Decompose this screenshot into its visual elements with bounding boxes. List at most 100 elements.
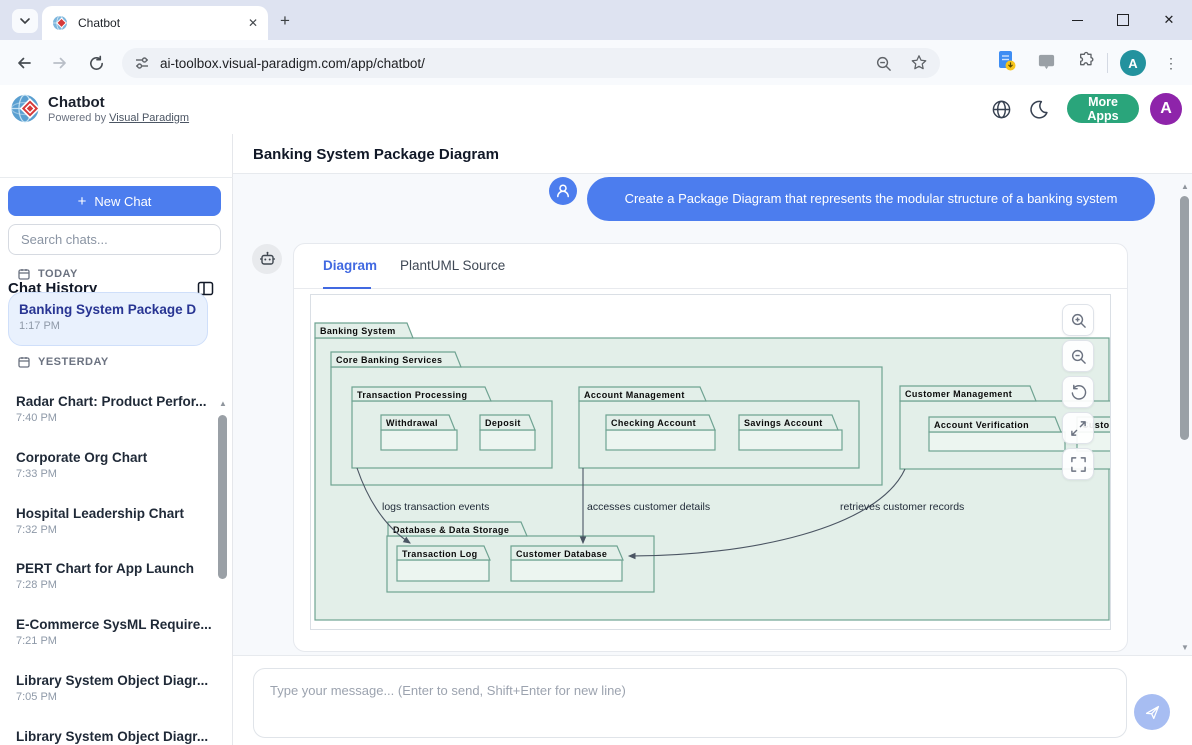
more-apps-button[interactable]: More Apps	[1067, 94, 1139, 123]
visual-paradigm-favicon	[52, 15, 68, 31]
bot-avatar	[252, 244, 282, 274]
diagram-viewport[interactable]: Banking System Core Banking Services Tra…	[310, 294, 1111, 630]
chat-item[interactable]: Library System Object Diagr...	[16, 729, 212, 745]
svg-text:Account Management: Account Management	[584, 390, 685, 400]
package-transaction-log: Transaction Log	[397, 546, 490, 581]
browser-tab-chatbot[interactable]: Chatbot ✕	[42, 6, 268, 40]
divider	[0, 177, 233, 178]
zoom-out-button[interactable]	[1062, 340, 1094, 372]
sidebar-scrollbar-thumb[interactable]	[218, 415, 227, 579]
window-maximize-button[interactable]	[1100, 0, 1146, 40]
expand-diagonal-button[interactable]	[1062, 412, 1094, 444]
relation-label: retrieves customer records	[840, 501, 964, 513]
package-withdrawal: Withdrawal	[381, 415, 457, 450]
package-savings-account: Savings Account	[739, 415, 842, 450]
chat-item[interactable]: Hospital Leadership Chart 7:32 PM	[16, 506, 212, 536]
plus-icon: +	[78, 193, 87, 210]
package-account-verification: Account Verification	[929, 417, 1065, 451]
forward-button[interactable]	[49, 52, 71, 74]
new-tab-button[interactable]: +	[280, 11, 290, 31]
zoom-indicator-icon[interactable]	[875, 55, 892, 72]
svg-text:Customer Management: Customer Management	[905, 389, 1012, 399]
url-text[interactable]: ai-toolbox.visual-paradigm.com/app/chatb…	[160, 56, 875, 71]
person-icon	[555, 183, 571, 199]
extensions-puzzle-icon[interactable]	[1076, 51, 1096, 71]
relation-label: logs transaction events	[382, 501, 489, 513]
send-button[interactable]	[1134, 694, 1170, 730]
page-title: Banking System Package Diagram	[253, 146, 499, 163]
tab-search-button[interactable]	[12, 9, 38, 33]
app-title: Chatbot	[48, 94, 105, 111]
active-tab-underline	[323, 287, 371, 289]
search-input[interactable]	[8, 224, 221, 255]
back-button[interactable]	[13, 52, 35, 74]
svg-text:Transaction Log: Transaction Log	[402, 549, 478, 559]
svg-text:Savings Account: Savings Account	[744, 418, 823, 428]
svg-text:Customer Database: Customer Database	[516, 549, 607, 559]
powered-by-text: Powered by Visual Paradigm	[48, 112, 189, 124]
chat-history-list: TODAY Banking System Package Dia... 1:17…	[0, 263, 233, 745]
sidebar: Chat History + New Chat TODAY Banking Sy…	[0, 134, 233, 745]
site-settings-icon[interactable]	[134, 55, 150, 71]
chat-scrollbar-thumb[interactable]	[1180, 196, 1189, 440]
new-chat-button[interactable]: + New Chat	[8, 186, 221, 216]
tab-title: Chatbot	[78, 16, 248, 30]
chat-extension-icon[interactable]	[1037, 52, 1056, 71]
reload-button[interactable]	[85, 52, 107, 74]
package-customer-database: Customer Database	[511, 546, 623, 581]
calendar-icon	[18, 268, 30, 280]
svg-text:Core Banking Services: Core Banking Services	[336, 355, 442, 365]
language-globe-icon[interactable]	[991, 99, 1012, 120]
visual-paradigm-link[interactable]: Visual Paradigm	[109, 112, 189, 124]
url-bar[interactable]: ai-toolbox.visual-paradigm.com/app/chatb…	[122, 48, 940, 78]
docs-extension-icon[interactable]	[997, 50, 1017, 72]
window-close-button[interactable]: ✕	[1146, 0, 1192, 40]
robot-icon	[259, 251, 276, 268]
section-header-yesterday: YESTERDAY	[18, 356, 109, 368]
chat-item-selected[interactable]: Banking System Package Dia... 1:17 PM	[8, 292, 208, 346]
browser-window: Chatbot ✕ + ✕ ai-toolbox.visual-paradigm…	[0, 0, 1192, 745]
chat-scroll-down-arrow[interactable]: ▼	[1181, 644, 1189, 652]
svg-text:Checking Account: Checking Account	[611, 418, 696, 428]
sidebar-scroll-up-arrow[interactable]: ▲	[219, 400, 227, 408]
svg-text:Transaction Processing: Transaction Processing	[357, 390, 467, 400]
chat-item[interactable]: PERT Chart for App Launch 7:28 PM	[16, 561, 212, 591]
section-header-today: TODAY	[18, 268, 78, 280]
chevron-down-icon	[19, 15, 31, 27]
chat-item[interactable]: Radar Chart: Product Perfor... 7:40 PM	[16, 394, 212, 424]
dark-mode-moon-icon[interactable]	[1028, 99, 1049, 120]
toolbar-divider	[1107, 53, 1108, 73]
user-message-bubble: Create a Package Diagram that represents…	[587, 177, 1155, 221]
bookmark-star-icon[interactable]	[910, 54, 928, 72]
tab-plantuml-source[interactable]: PlantUML Source	[400, 258, 505, 273]
package-deposit: Deposit	[480, 415, 535, 450]
chat-scroll-up-arrow[interactable]: ▲	[1181, 183, 1189, 191]
chat-messages-area: Create a Package Diagram that represents…	[233, 174, 1192, 655]
svg-text:Banking System: Banking System	[320, 326, 396, 336]
package-diagram: Banking System Core Banking Services Tra…	[311, 295, 1111, 630]
chat-item[interactable]: E-Commerce SysML Require... 7:21 PM	[16, 617, 212, 647]
svg-text:Account Verification: Account Verification	[934, 420, 1029, 430]
chat-item[interactable]: Corporate Org Chart 7:33 PM	[16, 450, 212, 480]
diagram-card: Diagram PlantUML Source Banking Syst	[293, 243, 1128, 652]
package-checking-account: Checking Account	[606, 415, 715, 450]
browser-tab-strip: Chatbot ✕ + ✕	[0, 0, 1192, 40]
svg-text:Deposit: Deposit	[485, 418, 521, 428]
card-tabs: Diagram PlantUML Source	[294, 244, 1127, 289]
svg-text:Database & Data Storage: Database & Data Storage	[393, 525, 509, 535]
visual-paradigm-logo	[10, 92, 43, 125]
chrome-profile-avatar[interactable]: A	[1120, 50, 1146, 76]
extension-icons	[997, 50, 1096, 72]
chrome-menu-icon[interactable]: ⋮	[1164, 50, 1178, 76]
user-message-avatar	[549, 177, 577, 205]
tab-diagram[interactable]: Diagram	[323, 258, 377, 273]
tab-close-icon[interactable]: ✕	[248, 17, 258, 29]
message-input[interactable]	[253, 668, 1127, 738]
chat-item[interactable]: Library System Object Diagr... 7:05 PM	[16, 673, 212, 703]
fullscreen-button[interactable]	[1062, 448, 1094, 480]
app-header	[0, 85, 1192, 135]
reset-view-button[interactable]	[1062, 376, 1094, 408]
window-minimize-button[interactable]	[1054, 0, 1100, 40]
zoom-in-button[interactable]	[1062, 304, 1094, 336]
user-avatar-badge[interactable]: A	[1150, 93, 1182, 125]
